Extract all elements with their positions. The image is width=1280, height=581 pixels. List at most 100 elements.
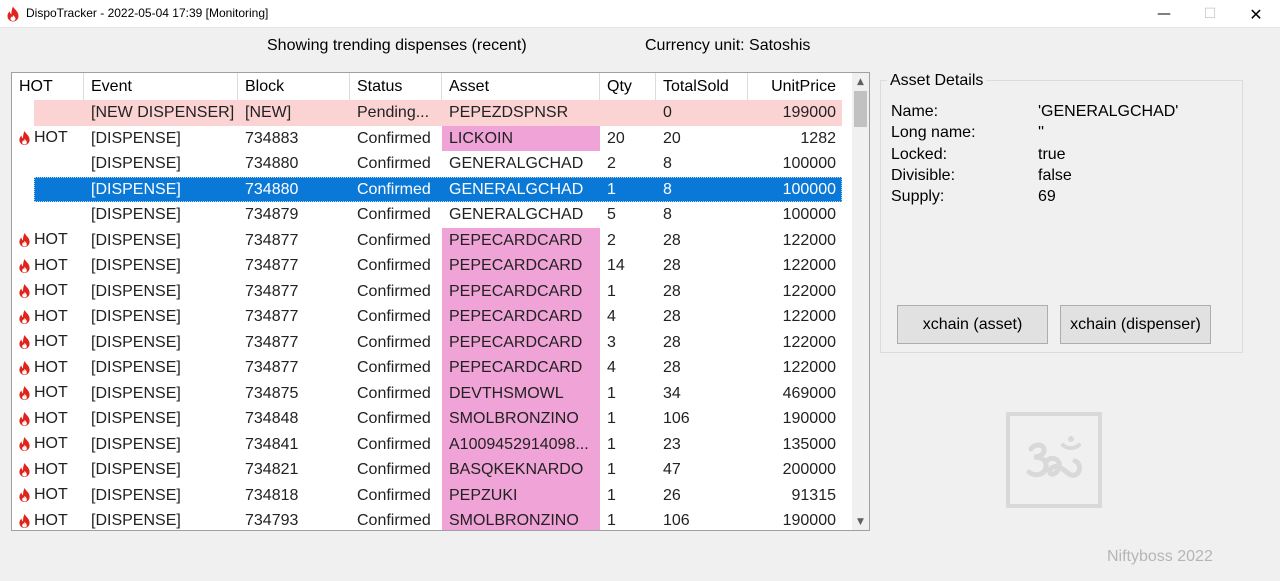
qty-cell: 14 <box>607 257 625 274</box>
qty-cell: 1 <box>607 410 616 427</box>
event-cell: [DISPENSE] <box>91 129 181 147</box>
block-cell: 734818 <box>245 486 299 504</box>
table-row[interactable]: HOT [DISPENSE] 734821 Confirmed BASQKEKNARDO… <box>12 457 842 483</box>
asset-cell: SMOLBRONZINO <box>442 406 600 432</box>
table-row[interactable]: [DISPENSE] 734879 Confirmed GENERALGCHAD 5 8 1… <box>12 202 842 228</box>
xchain-asset-button[interactable]: xchain (asset) <box>897 305 1048 344</box>
block-cell: 734875 <box>245 384 299 402</box>
currency-unit-text: Currency unit: Satoshis <box>645 37 811 54</box>
status-cell: Pending... <box>357 104 430 121</box>
table-row[interactable]: HOT [DISPENSE] 734848 Confirmed SMOLBRONZINO… <box>12 406 842 432</box>
scroll-down-arrow-icon[interactable]: ▼ <box>852 513 869 530</box>
dispense-table[interactable]: HOT Event Block Status Asset Qty TotalSo… <box>11 72 870 531</box>
status-cell: Confirmed <box>357 461 431 478</box>
maximize-button[interactable]: ☐ <box>1187 0 1233 28</box>
hot-label: HOT <box>34 282 68 300</box>
column-header-hot[interactable]: HOT <box>12 73 84 100</box>
asset-cell: PEPECARDCARD <box>442 278 600 304</box>
table-row[interactable]: HOT [DISPENSE] 734877 Confirmed PEPECARDCARD… <box>12 253 842 279</box>
qty-cell: 4 <box>607 308 616 325</box>
unitprice-cell: 135000 <box>782 435 836 453</box>
totalsold-cell: 20 <box>663 129 681 147</box>
unitprice-cell: 91315 <box>791 486 837 504</box>
flame-icon <box>19 437 30 452</box>
table-row[interactable]: HOT [DISPENSE] 734841 Confirmed A10094529140… <box>12 431 842 457</box>
totalsold-cell: 47 <box>663 461 681 478</box>
event-cell: [DISPENSE] <box>91 384 181 402</box>
flame-icon <box>19 513 30 528</box>
totalsold-cell: 28 <box>663 257 681 274</box>
detail-longname-value: '' <box>1038 124 1045 141</box>
block-cell: 734877 <box>245 359 299 376</box>
block-cell: 734880 <box>245 180 299 198</box>
column-header-event[interactable]: Event <box>84 73 238 100</box>
asset-cell: PEPECARDCARD <box>442 329 600 355</box>
table-row[interactable]: HOT [DISPENSE] 734877 Confirmed PEPECARDCARD… <box>12 329 842 355</box>
table-row[interactable]: HOT [DISPENSE] 734793 Confirmed SMOLBRONZINO… <box>12 508 842 530</box>
table-row[interactable]: HOT [DISPENSE] 734877 Confirmed PEPECARDCARD… <box>12 355 842 381</box>
unitprice-cell: 122000 <box>782 308 836 325</box>
column-header-qty[interactable]: Qty <box>600 73 656 100</box>
table-row[interactable]: HOT [DISPENSE] 734877 Confirmed PEPECARDCARD… <box>12 227 842 253</box>
column-header-unitprice[interactable]: UnitPrice <box>748 73 842 100</box>
block-cell: 734877 <box>245 282 299 300</box>
column-header-totalsold[interactable]: TotalSold <box>656 73 748 100</box>
status-cell: Confirmed <box>357 282 431 300</box>
status-cell: Confirmed <box>357 180 431 198</box>
status-cell: Confirmed <box>357 155 431 172</box>
block-cell: 734877 <box>245 257 299 274</box>
flame-icon <box>19 131 30 146</box>
table-row[interactable]: HOT [DISPENSE] 734877 Confirmed PEPECARDCARD… <box>12 304 842 330</box>
status-cell: Confirmed <box>357 308 431 325</box>
unitprice-cell: 199000 <box>782 104 836 121</box>
table-row[interactable]: [DISPENSE] 734880 Confirmed GENERALGCHAD 1 8 1… <box>12 176 842 202</box>
asset-cell: A1009452914098... <box>442 431 600 457</box>
totalsold-cell: 8 <box>663 206 672 223</box>
flame-icon <box>19 258 30 273</box>
detail-supply-label: Supply: <box>891 188 945 205</box>
vertical-scrollbar[interactable]: ▲ ▼ <box>852 73 869 530</box>
scroll-thumb[interactable] <box>854 91 867 127</box>
table-row[interactable]: HOT [DISPENSE] 734883 Confirmed LICKOIN 20 20 1… <box>12 125 842 151</box>
event-cell: [DISPENSE] <box>91 461 181 478</box>
flame-icon <box>19 386 30 401</box>
qty-cell: 1 <box>607 384 616 402</box>
minimize-button[interactable]: — <box>1141 0 1187 28</box>
xchain-dispenser-button[interactable]: xchain (dispenser) <box>1060 305 1211 344</box>
unitprice-cell: 122000 <box>782 333 836 351</box>
asset-cell: GENERALGCHAD <box>449 206 584 223</box>
flame-icon <box>19 488 30 503</box>
block-cell: 734879 <box>245 206 299 223</box>
totalsold-cell: 28 <box>663 282 681 300</box>
table-row[interactable]: HOT [DISPENSE] 734818 Confirmed PEPZUKI 1 26 91… <box>12 482 842 508</box>
totalsold-cell: 8 <box>663 180 672 198</box>
close-button[interactable]: ✕ <box>1233 0 1279 28</box>
unitprice-cell: 200000 <box>782 461 836 478</box>
detail-name-label: Name: <box>891 103 939 120</box>
column-header-block[interactable]: Block <box>238 73 350 100</box>
unitprice-cell: 190000 <box>782 410 836 427</box>
hot-cell <box>12 151 84 177</box>
table-row[interactable]: [NEW DISPENSER] [NEW] Pending... PEPEZDSPNS… <box>12 100 842 126</box>
event-cell: [DISPENSE] <box>91 512 181 529</box>
table-row[interactable]: HOT [DISPENSE] 734875 Confirmed DEVTHSMOWL 1 3… <box>12 380 842 406</box>
unitprice-cell: 122000 <box>782 359 836 376</box>
asset-cell: GENERALGCHAD <box>449 180 584 198</box>
unitprice-cell: 190000 <box>782 512 836 529</box>
asset-cell: SMOLBRONZINO <box>442 508 600 530</box>
status-cell: Confirmed <box>357 333 431 351</box>
hot-cell <box>12 202 84 228</box>
table-row[interactable]: [DISPENSE] 734880 Confirmed GENERALGCHAD 2 8 1… <box>12 151 842 177</box>
hot-label: HOT <box>34 231 68 249</box>
column-header-status[interactable]: Status <box>350 73 442 100</box>
table-row[interactable]: HOT [DISPENSE] 734877 Confirmed PEPECARDCARD… <box>12 278 842 304</box>
totalsold-cell: 28 <box>663 359 681 376</box>
totalsold-cell: 28 <box>663 231 681 249</box>
unitprice-cell: 122000 <box>782 231 836 249</box>
detail-locked-value: true <box>1038 146 1066 163</box>
totalsold-cell: 28 <box>663 333 681 351</box>
scroll-up-arrow-icon[interactable]: ▲ <box>852 73 869 90</box>
column-header-asset[interactable]: Asset <box>442 73 600 100</box>
block-cell: 734841 <box>245 435 299 453</box>
event-cell: [DISPENSE] <box>91 333 181 351</box>
